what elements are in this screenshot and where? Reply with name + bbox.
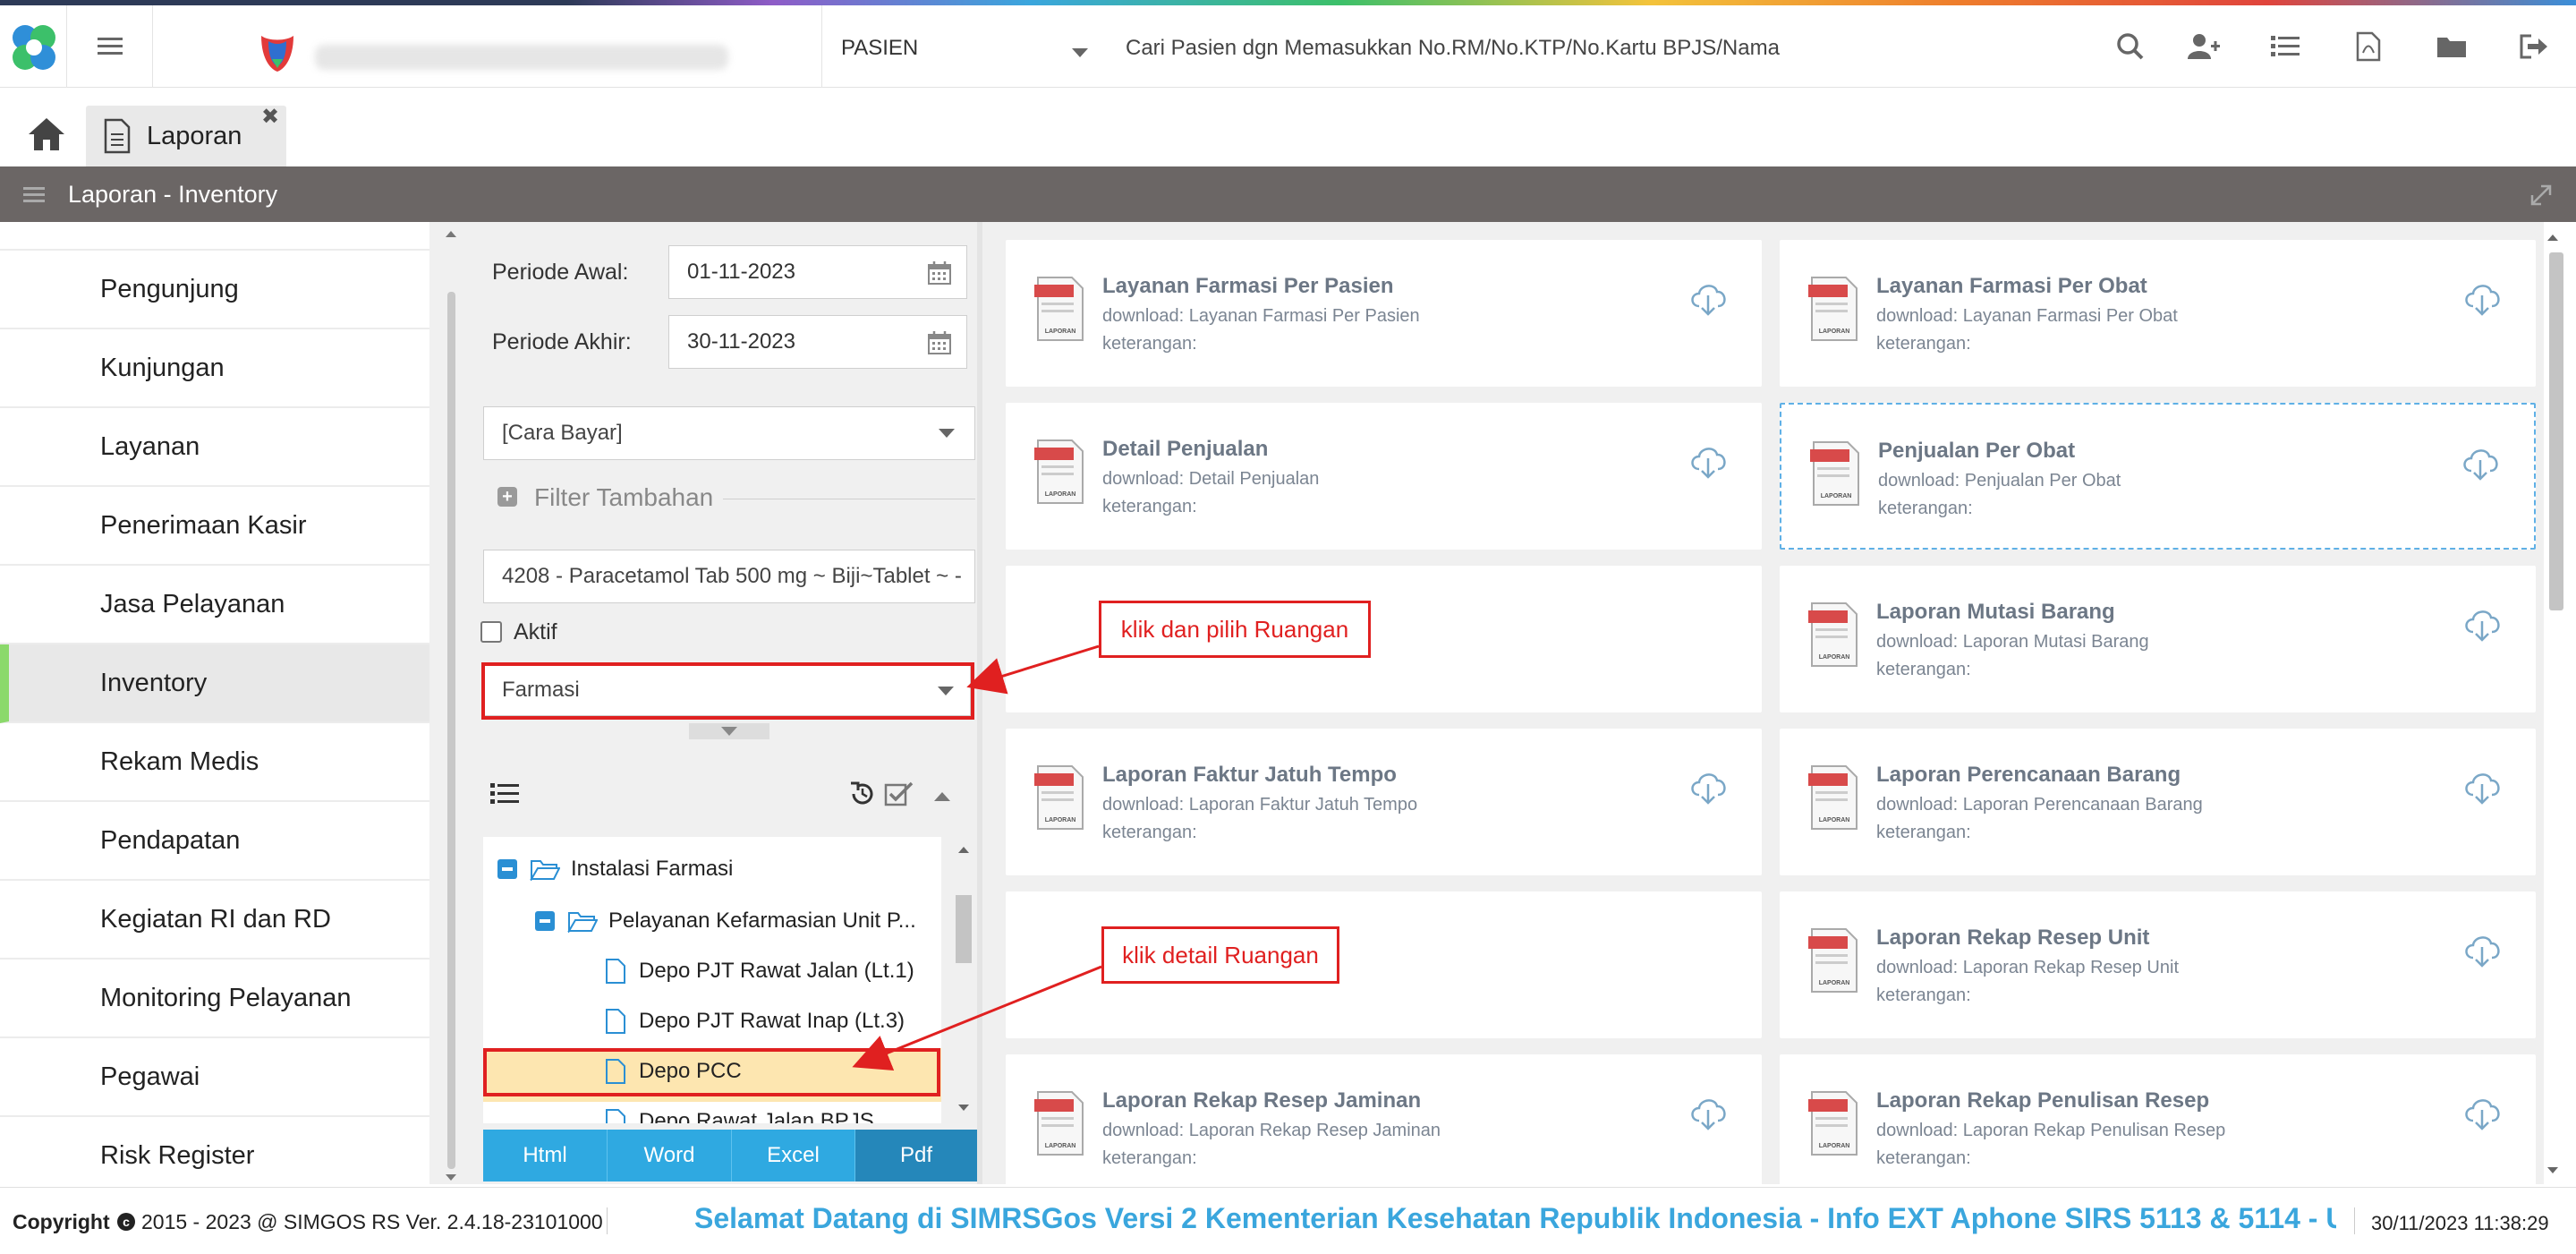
annotation-highlight-depo-pcc xyxy=(483,1048,940,1096)
copyright-label: Copyright xyxy=(13,1210,110,1233)
annotation-highlight-ruangan xyxy=(481,662,974,720)
marquee-text: Selamat Datang di SIMRSGos Versi 2 Kemen… xyxy=(694,1202,2336,1234)
annotation-callout-2: klik detail Ruangan xyxy=(1101,926,1339,984)
marquee: Selamat Datang di SIMRSGos Versi 2 Kemen… xyxy=(694,1202,2336,1241)
annotation-callout-1: klik dan pilih Ruangan xyxy=(1099,601,1371,658)
copyright-icon: c xyxy=(116,1212,136,1232)
footer: Copyright c 2015 - 2023 @ SIMGOS RS Ver.… xyxy=(0,1187,2576,1254)
version-text: 2015 - 2023 @ SIMGOS RS Ver. 2.4.18-2310… xyxy=(141,1210,603,1233)
datetime: 30/11/2023 11:38:29 xyxy=(2371,1212,2549,1234)
svg-text:c: c xyxy=(123,1215,130,1229)
